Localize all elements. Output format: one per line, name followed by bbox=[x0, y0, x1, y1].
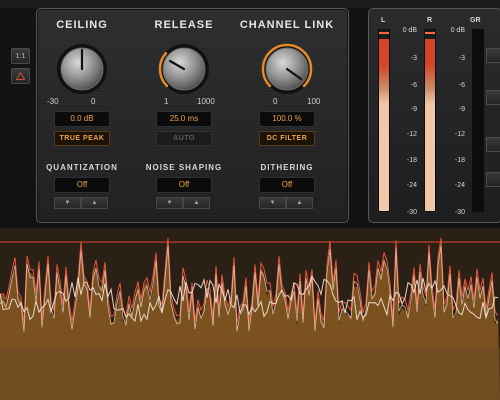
meter-scale-label: -24 bbox=[406, 182, 417, 189]
dithering-down-button[interactable]: ▼ bbox=[259, 197, 286, 209]
release-knob[interactable] bbox=[156, 41, 212, 97]
triangle-down-icon: ▼ bbox=[166, 200, 173, 206]
quantization-up-button[interactable]: ▲ bbox=[81, 197, 108, 209]
ratio-button-label: 1:1 bbox=[15, 52, 26, 60]
auto-button[interactable]: AUTO bbox=[156, 131, 212, 146]
warning-button[interactable] bbox=[11, 68, 30, 84]
gr-scale-label: -18 bbox=[454, 157, 465, 164]
meter-scale-label: -3 bbox=[410, 55, 417, 62]
gr-scale-label: 0 dB bbox=[450, 27, 465, 34]
edge-button-1[interactable] bbox=[486, 48, 500, 63]
ceiling-max-label: 0 bbox=[91, 97, 96, 106]
meter-scale-label: -30 bbox=[406, 209, 417, 216]
meter-right-label: R bbox=[427, 17, 433, 24]
noise-shaping-down-button[interactable]: ▼ bbox=[156, 197, 183, 209]
release-title: RELEASE bbox=[154, 19, 214, 31]
gr-scale-label: -24 bbox=[454, 182, 465, 189]
gr-scale-label: -9 bbox=[458, 106, 465, 113]
warning-triangle-icon bbox=[16, 72, 25, 80]
noise-shaping-up-button[interactable]: ▲ bbox=[183, 197, 210, 209]
quantization-title: QUANTIZATION bbox=[46, 163, 118, 172]
edge-button-4[interactable] bbox=[486, 172, 500, 187]
meter-peak-hold bbox=[425, 32, 435, 34]
dithering-title: DITHERING bbox=[260, 163, 314, 172]
meter-peak-hold bbox=[379, 32, 389, 34]
level-meter-panel: L R GR 0 dB -3 -6 -9 -12 -18 -24 -30 0 dB -3 -6 -9… bbox=[368, 8, 500, 223]
triangle-up-icon: ▲ bbox=[91, 200, 98, 206]
meter-scale-label: -18 bbox=[406, 157, 417, 164]
release-min-label: 1 bbox=[164, 97, 169, 106]
channel-link-min-label: 0 bbox=[273, 97, 278, 106]
triangle-up-icon: ▲ bbox=[296, 200, 303, 206]
noise-shaping-title: NOISE SHAPING bbox=[145, 163, 223, 172]
ceiling-min-label: -30 bbox=[47, 97, 59, 106]
meter-scale-label: -12 bbox=[406, 131, 417, 138]
meter-left-label: L bbox=[381, 17, 386, 24]
triangle-down-icon: ▼ bbox=[64, 200, 71, 206]
ceiling-value-field[interactable]: 0.0 dB bbox=[54, 111, 110, 127]
meter-scale-label: 0 dB bbox=[402, 27, 417, 34]
channel-link-max-label: 100 bbox=[307, 97, 321, 106]
gain-reduction-meter bbox=[472, 29, 484, 212]
ceiling-title: CEILING bbox=[56, 19, 108, 31]
limiter-control-panel: CEILING -30 0 0.0 dB TRUE PEAK RELEASE 1… bbox=[36, 8, 349, 223]
meter-fill bbox=[379, 39, 389, 211]
triangle-down-icon: ▼ bbox=[269, 200, 276, 206]
channel-link-value-field[interactable]: 100.0 % bbox=[259, 111, 315, 127]
gr-scale-label: -6 bbox=[458, 82, 465, 89]
ceiling-knob[interactable] bbox=[54, 41, 110, 97]
release-max-label: 1000 bbox=[197, 97, 215, 106]
meter-fill bbox=[425, 39, 435, 211]
true-peak-button[interactable]: TRUE PEAK bbox=[54, 131, 110, 146]
gr-scale-label: -30 bbox=[454, 209, 465, 216]
gr-scale-label: -3 bbox=[458, 55, 465, 62]
edge-button-3[interactable] bbox=[486, 137, 500, 152]
meter-scale-label: -9 bbox=[410, 106, 417, 113]
gr-scale-label: -12 bbox=[454, 131, 465, 138]
noise-shaping-value-field[interactable]: Off bbox=[156, 177, 212, 193]
quantization-down-button[interactable]: ▼ bbox=[54, 197, 81, 209]
waveform-graph bbox=[0, 228, 500, 400]
dithering-stepper: ▼ ▲ bbox=[259, 197, 313, 209]
waveform-display bbox=[0, 228, 500, 400]
noise-shaping-stepper: ▼ ▲ bbox=[156, 197, 210, 209]
release-value-field[interactable]: 25.0 ms bbox=[156, 111, 212, 127]
edge-button-2[interactable] bbox=[486, 90, 500, 105]
quantization-value-field[interactable]: Off bbox=[54, 177, 110, 193]
meter-scale-label: -6 bbox=[410, 82, 417, 89]
channel-link-knob[interactable] bbox=[259, 41, 315, 97]
quantization-stepper: ▼ ▲ bbox=[54, 197, 108, 209]
triangle-up-icon: ▲ bbox=[193, 200, 200, 206]
top-bar bbox=[0, 0, 500, 8]
channel-link-title: CHANNEL LINK bbox=[239, 19, 335, 31]
left-level-meter bbox=[378, 29, 390, 212]
meter-gr-label: GR bbox=[470, 17, 481, 24]
dithering-value-field[interactable]: Off bbox=[259, 177, 315, 193]
right-level-meter bbox=[424, 29, 436, 212]
ratio-button[interactable]: 1:1 bbox=[11, 48, 30, 64]
dc-filter-button[interactable]: DC FILTER bbox=[259, 131, 315, 146]
dithering-up-button[interactable]: ▲ bbox=[286, 197, 313, 209]
